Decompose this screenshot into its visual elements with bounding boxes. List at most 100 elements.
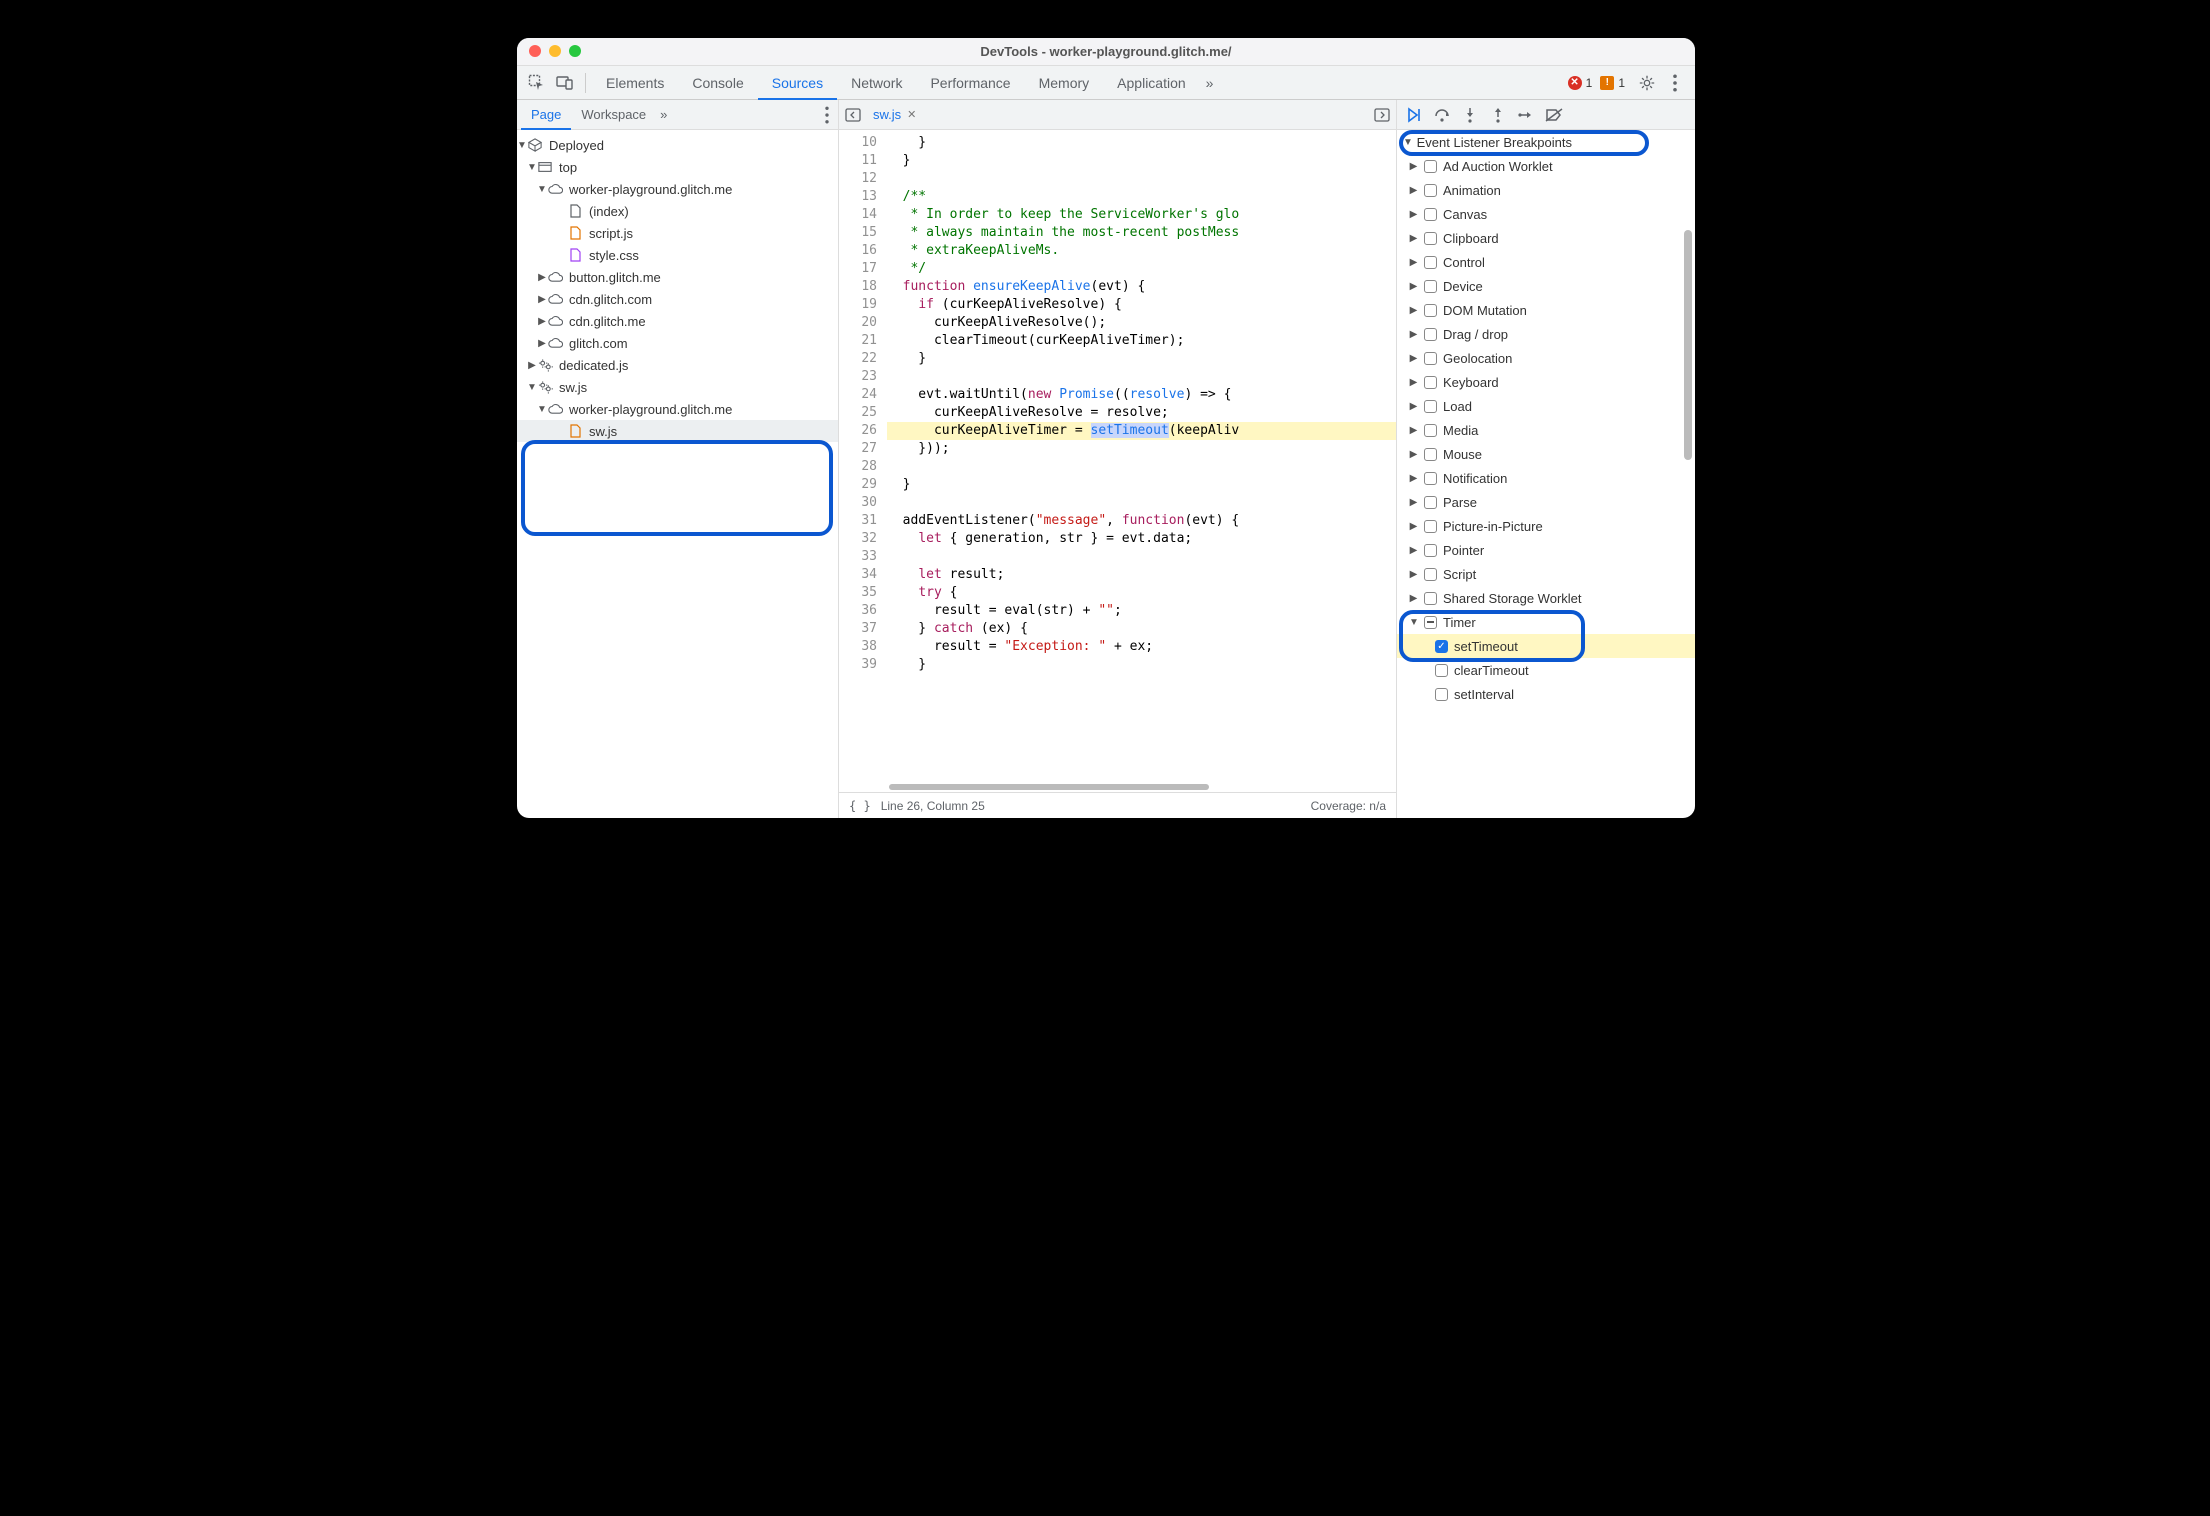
tree-origin-cdn-glitch-com[interactable]: ▶cdn.glitch.com	[517, 288, 838, 310]
tab-console[interactable]: Console	[678, 66, 757, 100]
checkbox[interactable]	[1424, 304, 1437, 317]
breakpoint-category-keyboard[interactable]: ▶Keyboard	[1397, 370, 1695, 394]
breakpoint-category-mouse[interactable]: ▶Mouse	[1397, 442, 1695, 466]
code-line-21[interactable]: clearTimeout(curKeepAliveTimer);	[887, 332, 1396, 350]
tree-origin-cdn-glitch-me[interactable]: ▶cdn.glitch.me	[517, 310, 838, 332]
checkbox[interactable]	[1424, 520, 1437, 533]
breakpoint-item-settimeout[interactable]: ✓setTimeout	[1397, 634, 1695, 658]
code-line-12[interactable]	[887, 170, 1396, 188]
code-line-28[interactable]	[887, 458, 1396, 476]
code-line-39[interactable]: }	[887, 656, 1396, 674]
code-line-29[interactable]: }	[887, 476, 1396, 494]
tree-file--index-[interactable]: (index)	[517, 200, 838, 222]
checkbox[interactable]	[1424, 184, 1437, 197]
code-line-35[interactable]: try {	[887, 584, 1396, 602]
breakpoint-category-notification[interactable]: ▶Notification	[1397, 466, 1695, 490]
deactivate-breakpoints-icon[interactable]	[1543, 104, 1565, 126]
step-into-icon[interactable]	[1459, 104, 1481, 126]
toggle-navigator-icon[interactable]	[845, 107, 861, 123]
step-over-icon[interactable]	[1431, 104, 1453, 126]
breakpoint-category-pointer[interactable]: ▶Pointer	[1397, 538, 1695, 562]
code-line-23[interactable]	[887, 368, 1396, 386]
code-line-18[interactable]: function ensureKeepAlive(evt) {	[887, 278, 1396, 296]
checkbox[interactable]	[1424, 544, 1437, 557]
breakpoint-category-script[interactable]: ▶Script	[1397, 562, 1695, 586]
toggle-debugger-icon[interactable]	[1374, 107, 1390, 123]
breakpoint-category-animation[interactable]: ▶Animation	[1397, 178, 1695, 202]
checkbox[interactable]	[1424, 496, 1437, 509]
tab-elements[interactable]: Elements	[592, 66, 678, 100]
device-toolbar-icon[interactable]	[551, 69, 579, 97]
checkbox[interactable]	[1424, 256, 1437, 269]
breakpoint-category-media[interactable]: ▶Media	[1397, 418, 1695, 442]
zoom-window-button[interactable]	[569, 45, 581, 57]
step-icon[interactable]	[1515, 104, 1537, 126]
checkbox[interactable]	[1424, 232, 1437, 245]
code-line-19[interactable]: if (curKeepAliveResolve) {	[887, 296, 1396, 314]
code-line-32[interactable]: let { generation, str } = evt.data;	[887, 530, 1396, 548]
breakpoint-category-device[interactable]: ▶Device	[1397, 274, 1695, 298]
event-listener-breakpoints-header[interactable]: ▼ Event Listener Breakpoints	[1397, 130, 1695, 154]
navigator-more-button[interactable]: »	[656, 100, 671, 130]
code-line-36[interactable]: result = eval(str) + "";	[887, 602, 1396, 620]
error-counter[interactable]: ✕1	[1568, 76, 1593, 90]
code-area[interactable]: } } /** * In order to keep the ServiceWo…	[887, 130, 1396, 792]
close-tab-icon[interactable]: ✕	[907, 108, 916, 121]
tree-origin-main[interactable]: ▼worker-playground.glitch.me	[517, 178, 838, 200]
breakpoint-category-timer[interactable]: ▼Timer	[1397, 610, 1695, 634]
kebab-menu-icon[interactable]	[1661, 69, 1689, 97]
code-line-13[interactable]: /**	[887, 188, 1396, 206]
warning-counter[interactable]: !1	[1600, 76, 1625, 90]
checkbox[interactable]: ✓	[1435, 640, 1448, 653]
step-out-icon[interactable]	[1487, 104, 1509, 126]
breakpoint-category-geolocation[interactable]: ▶Geolocation	[1397, 346, 1695, 370]
tree-origin-glitch-com[interactable]: ▶glitch.com	[517, 332, 838, 354]
breakpoint-category-ad-auction-worklet[interactable]: ▶Ad Auction Worklet	[1397, 154, 1695, 178]
breakpoint-category-drag-drop[interactable]: ▶Drag / drop	[1397, 322, 1695, 346]
tab-performance[interactable]: Performance	[916, 66, 1024, 100]
breakpoint-category-shared-storage-worklet[interactable]: ▶Shared Storage Worklet	[1397, 586, 1695, 610]
checkbox[interactable]	[1424, 400, 1437, 413]
code-line-11[interactable]: }	[887, 152, 1396, 170]
code-line-38[interactable]: result = "Exception: " + ex;	[887, 638, 1396, 656]
tab-sources[interactable]: Sources	[758, 66, 837, 100]
code-line-15[interactable]: * always maintain the most-recent postMe…	[887, 224, 1396, 242]
navigator-tab-page[interactable]: Page	[521, 100, 571, 130]
breakpoint-category-load[interactable]: ▶Load	[1397, 394, 1695, 418]
close-window-button[interactable]	[529, 45, 541, 57]
settings-icon[interactable]	[1633, 69, 1661, 97]
checkbox[interactable]	[1424, 472, 1437, 485]
tree-worker-dedicated[interactable]: ▶dedicated.js	[517, 354, 838, 376]
navigator-tab-workspace[interactable]: Workspace	[571, 100, 656, 130]
checkbox[interactable]	[1435, 664, 1448, 677]
checkbox[interactable]	[1424, 328, 1437, 341]
breakpoint-category-parse[interactable]: ▶Parse	[1397, 490, 1695, 514]
code-line-25[interactable]: curKeepAliveResolve = resolve;	[887, 404, 1396, 422]
code-line-31[interactable]: addEventListener("message", function(evt…	[887, 512, 1396, 530]
inspect-element-icon[interactable]	[523, 69, 551, 97]
tree-root[interactable]: ▼Deployed	[517, 134, 838, 156]
tab-network[interactable]: Network	[837, 66, 916, 100]
breakpoint-item-setinterval[interactable]: setInterval	[1397, 682, 1695, 706]
checkbox[interactable]	[1424, 568, 1437, 581]
tree-file-style-css[interactable]: style.css	[517, 244, 838, 266]
tree-worker-sw-origin[interactable]: ▼worker-playground.glitch.me	[517, 398, 838, 420]
code-line-17[interactable]: */	[887, 260, 1396, 278]
horizontal-scrollbar[interactable]	[887, 782, 1396, 792]
breakpoint-category-dom-mutation[interactable]: ▶DOM Mutation	[1397, 298, 1695, 322]
tree-worker-sw-file[interactable]: sw.js	[517, 420, 838, 442]
navigator-menu-icon[interactable]	[820, 106, 834, 124]
breakpoint-category-picture-in-picture[interactable]: ▶Picture-in-Picture	[1397, 514, 1695, 538]
code-line-16[interactable]: * extraKeepAliveMs.	[887, 242, 1396, 260]
checkbox[interactable]	[1435, 688, 1448, 701]
checkbox[interactable]	[1424, 376, 1437, 389]
checkbox[interactable]	[1424, 280, 1437, 293]
code-line-22[interactable]: }	[887, 350, 1396, 368]
breakpoint-item-cleartimeout[interactable]: clearTimeout	[1397, 658, 1695, 682]
code-line-37[interactable]: } catch (ex) {	[887, 620, 1396, 638]
code-line-20[interactable]: curKeepAliveResolve();	[887, 314, 1396, 332]
code-line-14[interactable]: * In order to keep the ServiceWorker's g…	[887, 206, 1396, 224]
code-line-10[interactable]: }	[887, 134, 1396, 152]
breakpoint-category-canvas[interactable]: ▶Canvas	[1397, 202, 1695, 226]
tab-memory[interactable]: Memory	[1025, 66, 1104, 100]
